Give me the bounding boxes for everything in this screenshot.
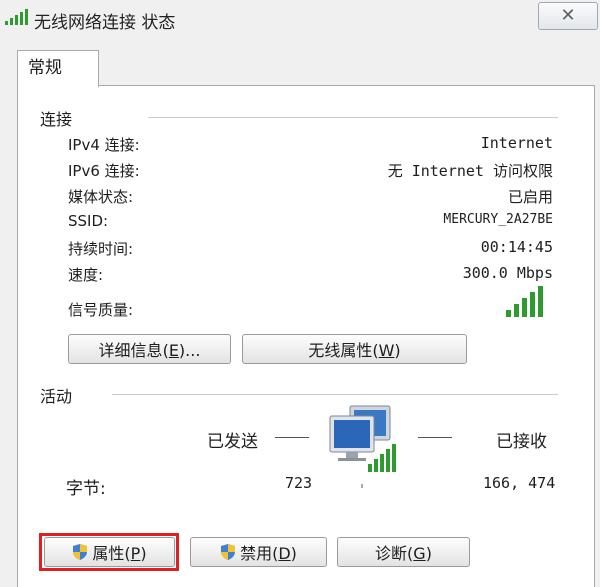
ipv4-label: IPv4 连接:: [68, 136, 140, 154]
ssid-value: MERCURY_2A27BE: [443, 212, 553, 227]
bytes-sent-value: 723: [285, 474, 313, 492]
details-button-label: 详细信息(E)...: [98, 341, 201, 360]
wireless-properties-button-label: 无线属性(W): [308, 341, 401, 360]
received-label: 已接收: [496, 432, 547, 452]
tab-general[interactable]: 常规: [17, 50, 99, 87]
shield-icon: [221, 544, 236, 560]
ipv6-label: IPv6 连接:: [68, 162, 140, 180]
diagnose-button[interactable]: 诊断(G): [337, 537, 470, 567]
received-line: [418, 437, 452, 438]
connection-divider: [148, 117, 558, 118]
ssid-label: SSID:: [68, 212, 109, 230]
disable-button-label: 禁用(D): [240, 544, 297, 563]
duration-label: 持续时间:: [68, 240, 134, 258]
highlight-box: [39, 533, 179, 571]
ipv4-value: Internet: [480, 134, 553, 152]
wireless-properties-button[interactable]: 无线属性(W): [242, 334, 467, 364]
media-state-value: 已启用: [507, 188, 553, 206]
network-computers-icon: [329, 405, 396, 488]
media-state-label: 媒体状态:: [68, 188, 134, 206]
details-button[interactable]: 详细信息(E)...: [68, 334, 231, 364]
title-bar: 无线网络连接 状态 ✕: [0, 0, 600, 36]
diagnose-button-label: 诊断(G): [375, 544, 432, 563]
close-button[interactable]: ✕: [538, 2, 598, 30]
ipv6-value: 无 Internet 访问权限: [387, 162, 553, 180]
activity-section-label: 活动: [40, 387, 73, 406]
sent-line: [275, 437, 309, 438]
activity-divider: [112, 394, 558, 395]
sent-label: 已发送: [207, 432, 258, 452]
signal-strength-icon: [506, 286, 543, 317]
speed-value: 300.0 Mbps: [462, 264, 553, 282]
duration-value: 00:14:45: [480, 238, 553, 256]
wireless-signal-icon: [5, 9, 28, 25]
window-title: 无线网络连接 状态: [34, 13, 176, 33]
connection-section-label: 连接: [40, 110, 73, 129]
signal-quality-label: 信号质量:: [68, 301, 134, 319]
bytes-label: 字节:: [66, 479, 106, 499]
close-icon: ✕: [560, 5, 576, 26]
disable-button[interactable]: 禁用(D): [190, 537, 327, 567]
bytes-received-value: 166, 474: [483, 474, 556, 492]
speed-label: 速度:: [68, 266, 104, 284]
